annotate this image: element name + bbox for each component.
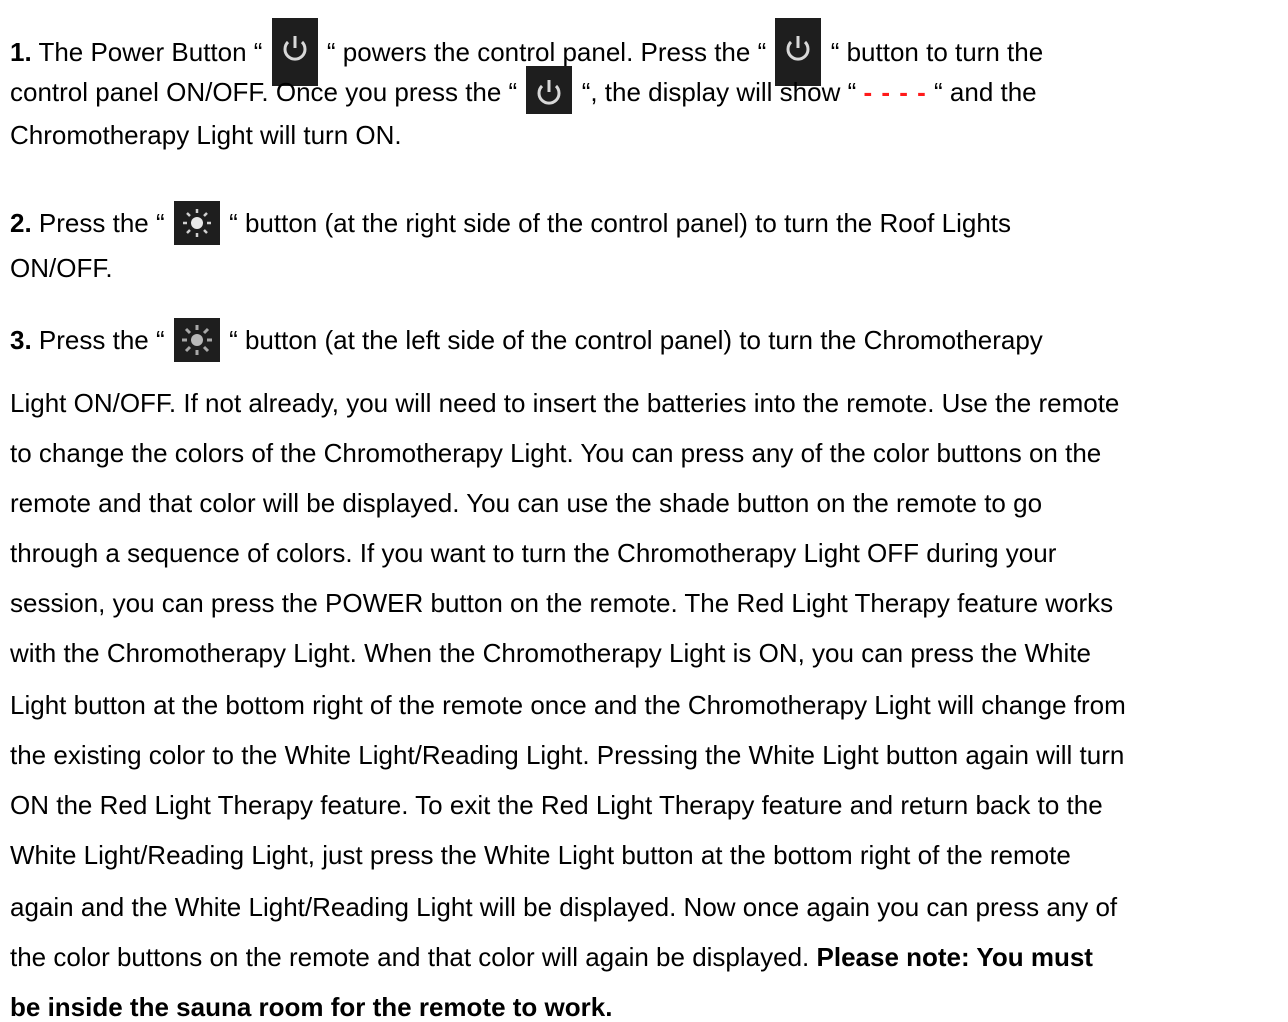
p3-note-line-2: be inside the sauna room for the remote … [10, 992, 612, 1022]
p3-note-b: be inside the sauna room for the remote … [10, 992, 613, 1022]
p3-line-1: 3. Press the “ “ button (at the left sid… [10, 318, 1043, 362]
p3-last-plain: the color buttons on the remote and that… [10, 942, 817, 972]
p2-text-c: ON/OFF. [10, 253, 113, 283]
p1-text-a: The Power Button “ [31, 36, 263, 67]
p1-text-f: “ and the [934, 76, 1037, 107]
p3-body-line: the existing color to the White Light/Re… [10, 740, 1125, 770]
p1-text-d: control panel ON/OFF. Once you press the… [10, 76, 518, 107]
power-icon [526, 66, 573, 114]
p1-line-1: 1. The Power Button “ “ powers the contr… [10, 18, 1043, 86]
sun-dim-icon [173, 318, 220, 362]
p3-body-line: through a sequence of colors. If you wan… [10, 538, 1057, 568]
p3-body-line: Light ON/OFF. If not already, you will n… [10, 388, 1120, 418]
p2-line-1: 2. Press the “ “ button (at the right si… [10, 201, 1011, 245]
p1-text-b: “ powers the control panel. Press the “ [326, 36, 767, 67]
p2-text-a: Press the “ [31, 207, 165, 238]
p2-number: 2. [10, 207, 32, 238]
p3-body-line: with the Chromotherapy Light. When the C… [10, 638, 1091, 668]
instructions-document: 1. The Power Button “ “ powers the contr… [0, 0, 1288, 1022]
p2-text-b: “ button (at the right side of the contr… [229, 207, 1011, 238]
p3-note-line-1: the color buttons on the remote and that… [10, 942, 1093, 972]
p3-body-line: White Light/Reading Light, just press th… [10, 840, 1071, 870]
p3-note-a: Please note: You must [816, 942, 1093, 972]
p3-body-line: again and the White Light/Reading Light … [10, 892, 1118, 922]
p1-line-3: Chromotherapy Light will turn ON. [10, 120, 402, 150]
p2-line-2: ON/OFF. [10, 253, 113, 283]
p3-text-b: “ button (at the left side of the contro… [229, 324, 1043, 355]
p1-number: 1. [10, 36, 32, 67]
p3-body-line: ON the Red Light Therapy feature. To exi… [10, 790, 1103, 820]
p1-text-e: “, the display will show “ [581, 76, 857, 107]
p3-body-line: Light button at the bottom right of the … [10, 690, 1126, 720]
p1-line-2: control panel ON/OFF. Once you press the… [10, 66, 1037, 114]
p3-body-line: session, you can press the POWER button … [10, 588, 1114, 618]
p1-text-c: “ button to turn the [830, 36, 1044, 67]
p3-text-a: Press the “ [31, 324, 165, 355]
display-dashes: - - - - [863, 76, 927, 107]
p1-text-g: Chromotherapy Light will turn ON. [10, 120, 402, 150]
p3-number: 3. [10, 324, 32, 355]
p3-body-line: to change the colors of the Chromotherap… [10, 438, 1102, 468]
sun-icon [173, 201, 220, 245]
p3-body-line: remote and that color will be displayed.… [10, 488, 1043, 518]
